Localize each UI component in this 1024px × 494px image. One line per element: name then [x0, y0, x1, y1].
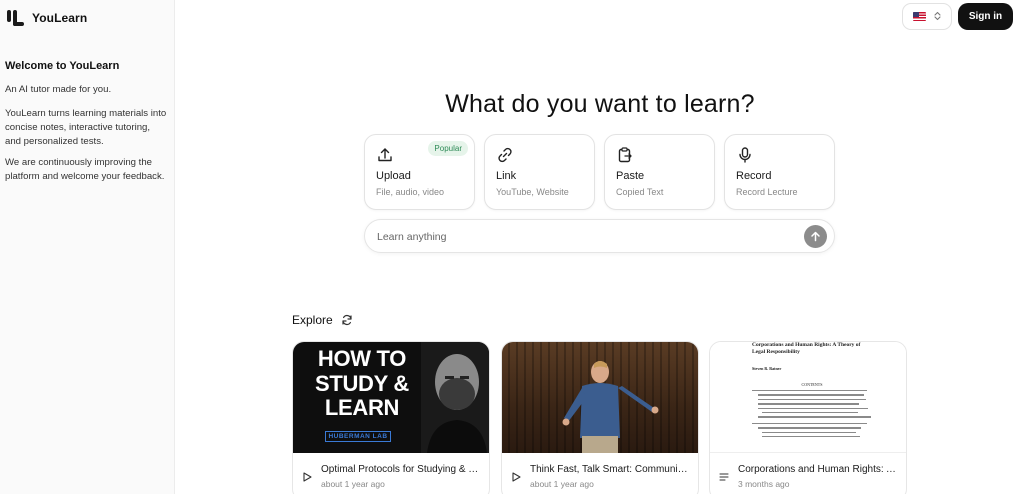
learn-search-bar	[364, 219, 835, 253]
thumbnail-label: HUBERMAN LAB	[325, 431, 391, 442]
sidebar: YouLearn Welcome to YouLearn An AI tutor…	[0, 0, 175, 494]
page-headline: What do you want to learn?	[445, 90, 755, 118]
explore-card-title: Optimal Protocols for Studying & Learnin…	[321, 464, 481, 475]
popular-badge: Popular	[428, 141, 468, 156]
upload-card-subtitle: File, audio, video	[376, 187, 445, 197]
paste-card[interactable]: Paste Copied Text	[604, 134, 715, 210]
paste-card-subtitle: Copied Text	[616, 187, 664, 197]
explore-card-title: Corporations and Human Rights: A Theory …	[738, 464, 898, 475]
explore-card[interactable]: Think Fast, Talk Smart: Communication Te…	[501, 341, 699, 494]
upload-icon	[376, 146, 394, 164]
sidebar-welcome-title: Welcome to YouLearn	[5, 60, 120, 72]
paste-card-title: Paste	[616, 170, 645, 182]
sidebar-feedback: We are continuously improving the platfo…	[5, 157, 165, 182]
explore-card[interactable]: HOW TO STUDY & LEARN HUBERMAN LAB Optima…	[292, 341, 490, 494]
explore-card-title: Think Fast, Talk Smart: Communication Te…	[530, 464, 690, 475]
record-card-title: Record	[736, 170, 772, 182]
app-logo[interactable]: YouLearn	[6, 9, 87, 27]
youlearn-logo-icon	[6, 9, 26, 27]
video-thumbnail: HOW TO STUDY & LEARN HUBERMAN LAB	[293, 342, 489, 453]
app-name: YouLearn	[32, 11, 88, 25]
refresh-icon[interactable]	[341, 313, 353, 325]
play-icon	[301, 470, 313, 482]
document-lines-icon	[718, 470, 730, 482]
explore-card-time: 3 months ago	[738, 479, 790, 489]
document-preview: Corporations and Human Rights: A Theory …	[752, 342, 872, 438]
video-thumbnail	[502, 342, 698, 453]
us-flag-icon	[913, 12, 926, 21]
speaker-photo	[562, 361, 659, 453]
sign-in-button[interactable]: Sign in	[958, 3, 1013, 30]
arrow-up-icon	[811, 231, 820, 242]
thumbnail-text: HOW TO STUDY & LEARN	[314, 346, 410, 420]
document-author: Steven R. Ratner	[752, 366, 782, 371]
language-selector[interactable]	[902, 3, 952, 30]
learn-anything-input[interactable]	[377, 228, 797, 246]
record-card-subtitle: Record Lecture	[736, 187, 798, 197]
upload-card[interactable]: Popular Upload File, audio, video	[364, 134, 475, 210]
play-icon	[510, 470, 522, 482]
submit-button[interactable]	[804, 225, 827, 248]
upload-card-title: Upload	[376, 170, 411, 182]
document-title: Corporations and Human Rights: A Theory …	[752, 342, 861, 355]
microphone-icon	[736, 146, 754, 164]
document-thumbnail: Corporations and Human Rights: A Theory …	[710, 342, 906, 453]
link-card-title: Link	[496, 170, 517, 182]
link-card[interactable]: Link YouTube, Website	[484, 134, 595, 210]
sidebar-description: YouLearn turns learning materials into c…	[5, 108, 167, 147]
sidebar-tagline: An AI tutor made for you.	[5, 84, 112, 95]
explore-card[interactable]: Corporations and Human Rights: A Theory …	[709, 341, 907, 494]
explore-heading: Explore	[292, 313, 333, 327]
record-card[interactable]: Record Record Lecture	[724, 134, 835, 210]
chevron-updown-icon	[934, 11, 941, 23]
paste-icon	[616, 146, 634, 164]
host-portrait	[421, 342, 489, 453]
link-card-subtitle: YouTube, Website	[496, 187, 569, 197]
document-contents-label: CONTENTS	[801, 382, 823, 387]
link-icon	[496, 146, 514, 164]
explore-card-time: about 1 year ago	[321, 479, 385, 489]
explore-card-time: about 1 year ago	[530, 479, 594, 489]
